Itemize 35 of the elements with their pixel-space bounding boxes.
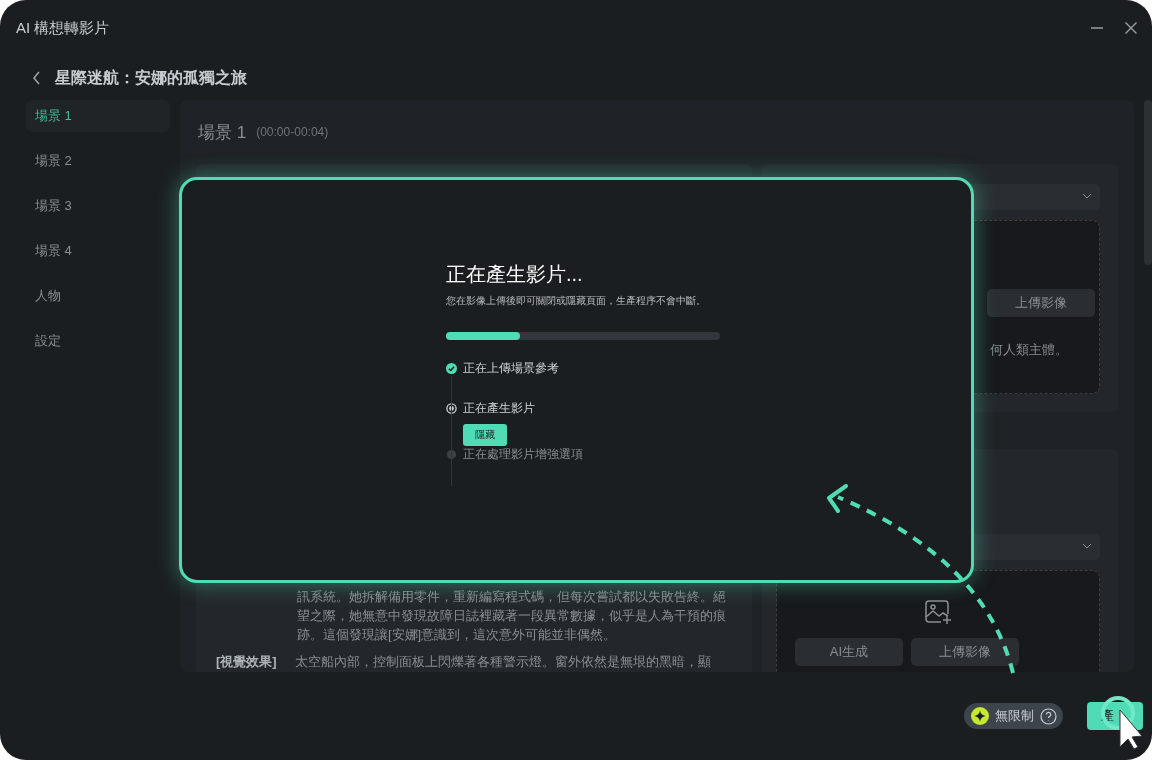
sidebar-item[interactable]: 場景 4: [26, 235, 170, 267]
plan-badge[interactable]: 無限制: [964, 703, 1063, 729]
hide-button[interactable]: 隱藏: [463, 424, 507, 446]
dialog-title: 正在產生影片...: [446, 262, 584, 287]
check-icon: [446, 363, 457, 374]
dialog-subtitle: 您在影像上傳後即可關閉或隱藏頁面，生產程序不會中斷。: [446, 294, 707, 308]
sidebar-item[interactable]: 人物: [26, 280, 170, 312]
scene-title: 場景 1: [198, 121, 247, 144]
help-icon[interactable]: [1040, 707, 1057, 725]
sidebar-item[interactable]: 場景 2: [26, 145, 170, 177]
sidebar-item[interactable]: 場景 3: [26, 190, 170, 222]
image-option-button[interactable]: AI生成: [795, 638, 903, 666]
chevron-down-icon: [1082, 543, 1092, 549]
close-icon[interactable]: [1124, 21, 1138, 35]
image-add-icon: [924, 599, 952, 625]
scene-time: (00:00-00:04): [256, 125, 329, 139]
window-title: AI 構想轉影片: [16, 18, 111, 38]
visual-effect-text: 太空船內部，控制面板上閃爍著各種警示燈。窗外依然是無垠的黑暗，顯: [294, 653, 711, 671]
upload-note: 何人類主體。: [990, 341, 1068, 359]
page-title: 星際迷航：安娜的孤獨之旅: [55, 67, 247, 88]
step-label: 正在產生影片: [463, 400, 536, 416]
sidebar-item[interactable]: 場景 1: [26, 100, 170, 132]
step-label: 正在上傳場景參考: [463, 360, 560, 376]
visual-effect-label: [視覺效果]: [216, 653, 277, 671]
chevron-down-icon: [1082, 193, 1092, 199]
radio-icon: [446, 403, 457, 414]
upload-area[interactable]: AI生成 上傳影像: [776, 570, 1100, 672]
cursor-icon: [1098, 694, 1144, 750]
step-label: 正在處理影片增強選項: [463, 446, 584, 462]
image-option-button[interactable]: 上傳影像: [911, 638, 1019, 666]
back-icon[interactable]: [32, 71, 41, 85]
sidebar-item[interactable]: 設定: [26, 325, 170, 357]
upload-image-button[interactable]: 上傳影像: [987, 289, 1095, 317]
sparkle-icon: [971, 707, 989, 725]
plan-label: 無限制: [995, 707, 1034, 725]
